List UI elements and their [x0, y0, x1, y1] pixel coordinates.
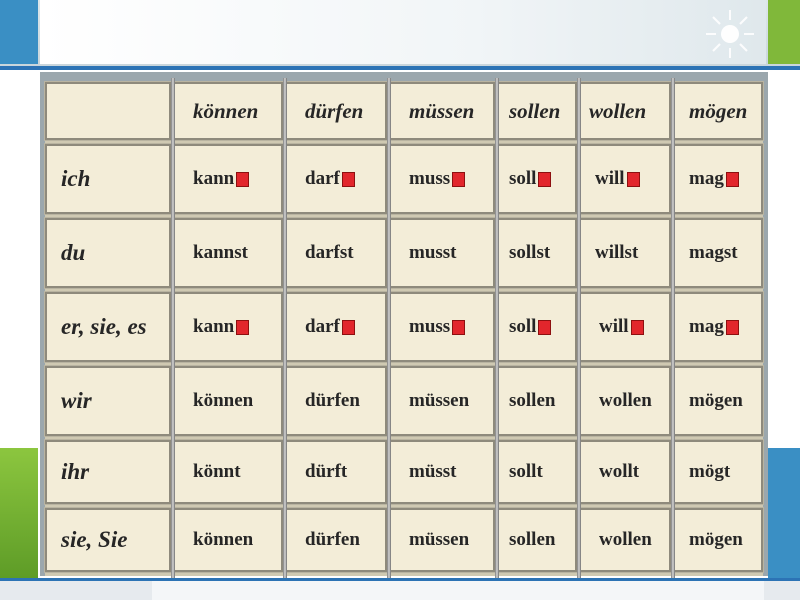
- verb-form: kann: [193, 168, 235, 189]
- verb-form-cell: sollen: [496, 365, 578, 437]
- red-square-icon: [341, 171, 355, 187]
- verb-form-cell: magst: [672, 217, 764, 289]
- verb-form: soll: [509, 316, 537, 337]
- verb-form-cell: willst: [578, 217, 672, 289]
- verb-form: soll: [509, 168, 537, 189]
- verb-form: kann: [193, 316, 235, 337]
- table-rail: [387, 78, 391, 578]
- pronoun-cell: du: [44, 217, 172, 289]
- header-muessen: müssen: [388, 81, 496, 141]
- pronoun-cell: sie, Sie: [44, 507, 172, 573]
- table-rail: [283, 78, 287, 578]
- red-square-icon: [452, 171, 466, 187]
- red-square-icon: [236, 171, 250, 187]
- verb-form-cell: dürft: [284, 439, 388, 505]
- header-koennen: können: [172, 81, 284, 141]
- slide-title-area: [40, 0, 766, 64]
- verb-form-cell: müsst: [388, 439, 496, 505]
- verb-form-cell: können: [172, 365, 284, 437]
- verb-form-cell: müssen: [388, 365, 496, 437]
- verb-form-cell: wollen: [578, 365, 672, 437]
- verb-form-cell: darf: [284, 291, 388, 363]
- verb-form-cell: müssen: [388, 507, 496, 573]
- verb-form-cell: kann: [172, 291, 284, 363]
- red-square-icon: [236, 319, 250, 335]
- verb-form-cell: dürfen: [284, 365, 388, 437]
- table-rail: [577, 78, 581, 578]
- red-square-icon: [725, 171, 739, 187]
- red-square-icon: [630, 319, 644, 335]
- pronoun-cell: ich: [44, 143, 172, 215]
- table-row: er, sie, es kann darf muss soll will mag: [44, 291, 764, 363]
- pronoun-cell: er, sie, es: [44, 291, 172, 363]
- verb-form-cell: mag: [672, 143, 764, 215]
- table-rail: [495, 78, 499, 578]
- verb-form-cell: mögen: [672, 507, 764, 573]
- verb-form: mag: [689, 316, 724, 337]
- verb-form: muss: [409, 168, 451, 189]
- verb-form-cell: mögt: [672, 439, 764, 505]
- verb-form-cell: könnt: [172, 439, 284, 505]
- table-row: wir können dürfen müssen sollen wollen m…: [44, 365, 764, 437]
- verb-form-cell: dürfen: [284, 507, 388, 573]
- verb-form-cell: sollen: [496, 507, 578, 573]
- verb-form-cell: muss: [388, 291, 496, 363]
- header-empty-cell: [44, 81, 172, 141]
- table-header-row: können dürfen müssen sollen wollen mögen: [44, 81, 764, 141]
- corner-square-bottom-left: [0, 448, 38, 578]
- table-row: ihr könnt dürft müsst sollt wollt mögt: [44, 439, 764, 505]
- verb-form-cell: mögen: [672, 365, 764, 437]
- verb-form: darf: [305, 316, 340, 337]
- verb-form-cell: darf: [284, 143, 388, 215]
- verb-form-cell: wollt: [578, 439, 672, 505]
- red-square-icon: [725, 319, 739, 335]
- verb-form-cell: muss: [388, 143, 496, 215]
- table-row: ich kann darf muss soll will mag: [44, 143, 764, 215]
- red-square-icon: [341, 319, 355, 335]
- verb-form: mag: [689, 168, 724, 189]
- verb-form-cell: will: [578, 143, 672, 215]
- verb-form: will: [595, 168, 625, 189]
- verb-form-cell: darfst: [284, 217, 388, 289]
- red-square-icon: [626, 171, 640, 187]
- verb-form-cell: musst: [388, 217, 496, 289]
- slide-divider-top: [0, 66, 800, 70]
- table-row: du kannst darfst musst sollst willst mag…: [44, 217, 764, 289]
- verb-form-cell: mag: [672, 291, 764, 363]
- header-moegen: mögen: [672, 81, 764, 141]
- slide-footer-area: [152, 581, 764, 600]
- red-square-icon: [538, 319, 552, 335]
- conjugation-table: können dürfen müssen sollen wollen mögen…: [44, 78, 764, 578]
- verb-form-cell: soll: [496, 291, 578, 363]
- verb-form-cell: kann: [172, 143, 284, 215]
- pronoun-cell: ihr: [44, 439, 172, 505]
- pronoun-cell: wir: [44, 365, 172, 437]
- corner-square-top-left: [0, 0, 38, 64]
- table-rail: [171, 78, 175, 578]
- red-square-icon: [452, 319, 466, 335]
- verb-form-cell: sollst: [496, 217, 578, 289]
- verb-form-cell: kannst: [172, 217, 284, 289]
- verb-form: will: [599, 316, 629, 337]
- corner-square-bottom-right: [768, 448, 800, 578]
- corner-square-top-right: [768, 0, 800, 64]
- table-row: sie, Sie können dürfen müssen sollen wol…: [44, 507, 764, 573]
- table-rail: [671, 78, 675, 578]
- header-wollen: wollen: [578, 81, 672, 141]
- header-sollen: sollen: [496, 81, 578, 141]
- sun-icon: [702, 6, 758, 62]
- verb-form-cell: können: [172, 507, 284, 573]
- red-square-icon: [538, 171, 552, 187]
- verb-form-cell: sollt: [496, 439, 578, 505]
- verb-form-cell: wollen: [578, 507, 672, 573]
- verb-form: muss: [409, 316, 451, 337]
- verb-form-cell: will: [578, 291, 672, 363]
- verb-form: darf: [305, 168, 340, 189]
- verb-form-cell: soll: [496, 143, 578, 215]
- header-duerfen: dürfen: [284, 81, 388, 141]
